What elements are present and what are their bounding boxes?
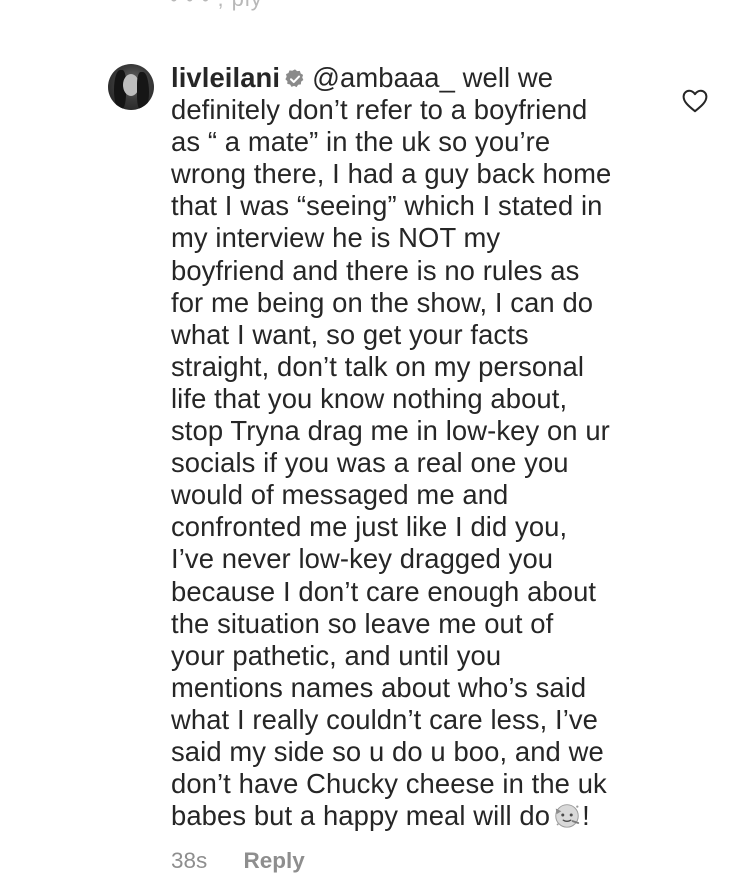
comment-text-line: said my side so u do u boo, and we bbox=[171, 735, 604, 767]
comment-text-line: socials if you was a real one you bbox=[171, 447, 569, 479]
comment-text-line: @ambaaa_ well we bbox=[312, 62, 554, 93]
comment-text-line: that I was “seeing” which I stated in bbox=[171, 190, 603, 222]
comment-text-line: definitely don’t refer to a boyfriend bbox=[171, 94, 588, 126]
verified-badge-icon bbox=[285, 69, 304, 88]
comment-text-line: because I don’t care enough about bbox=[171, 575, 597, 607]
comment-text-line: boyfriend and there is no rules as bbox=[171, 254, 580, 286]
avatar[interactable] bbox=[108, 64, 154, 110]
comment-text-line: the situation so leave me out of bbox=[171, 607, 554, 639]
partying-face-emoji bbox=[555, 804, 580, 828]
comment-text-line: for me being on the show, I can do bbox=[171, 286, 594, 318]
comment-text-line: my interview he is NOT my bbox=[171, 222, 501, 254]
comment: • • • , ply livleilani @ambaaa_ well we d… bbox=[0, 0, 750, 879]
heart-outline-icon[interactable] bbox=[682, 89, 708, 113]
comment-text-line: stop Tryna drag me in low-key on ur bbox=[171, 415, 610, 447]
comment-text-line: life that you know nothing about, bbox=[171, 382, 568, 414]
comment-text-line: would of messaged me and bbox=[171, 479, 509, 511]
comment-text-line: confronted me just like I did you, bbox=[171, 511, 568, 543]
username[interactable]: livleilani bbox=[171, 62, 280, 93]
comment-text-line: wrong there, I had a guy back home bbox=[171, 158, 612, 190]
comment-meta: 38s Reply bbox=[171, 848, 305, 874]
comment-timestamp: 38s bbox=[171, 848, 208, 873]
reply-button[interactable]: Reply bbox=[244, 848, 305, 873]
comment-text-line: what I really couldn’t care less, I’ve bbox=[171, 703, 599, 735]
comment-text-line: mentions names about who’s said bbox=[171, 671, 587, 703]
comment-text-line: don’t have Chucky cheese in the uk bbox=[171, 768, 607, 800]
comment-text-line: as “ a mate” in the uk so you’re bbox=[171, 126, 551, 158]
comment-text-line: babes but a happy meal will do bbox=[171, 800, 551, 832]
comment-last-line: babes but a happy meal will do! bbox=[171, 800, 646, 832]
previous-comment-meta-cutoff: • • • , ply bbox=[170, 0, 263, 12]
comment-text-line: straight, don’t talk on my personal bbox=[171, 350, 585, 382]
comment-text-line: I’ve never low-key dragged you bbox=[171, 543, 554, 575]
comment-text-line: your pathetic, and until you bbox=[171, 639, 502, 671]
comment-trailing-text: ! bbox=[582, 800, 590, 832]
comment-line-1: livleilani @ambaaa_ well we bbox=[171, 62, 646, 94]
comment-body: livleilani @ambaaa_ well we definitely do… bbox=[171, 62, 646, 832]
comment-text-line: what I want, so get your facts bbox=[171, 318, 529, 350]
